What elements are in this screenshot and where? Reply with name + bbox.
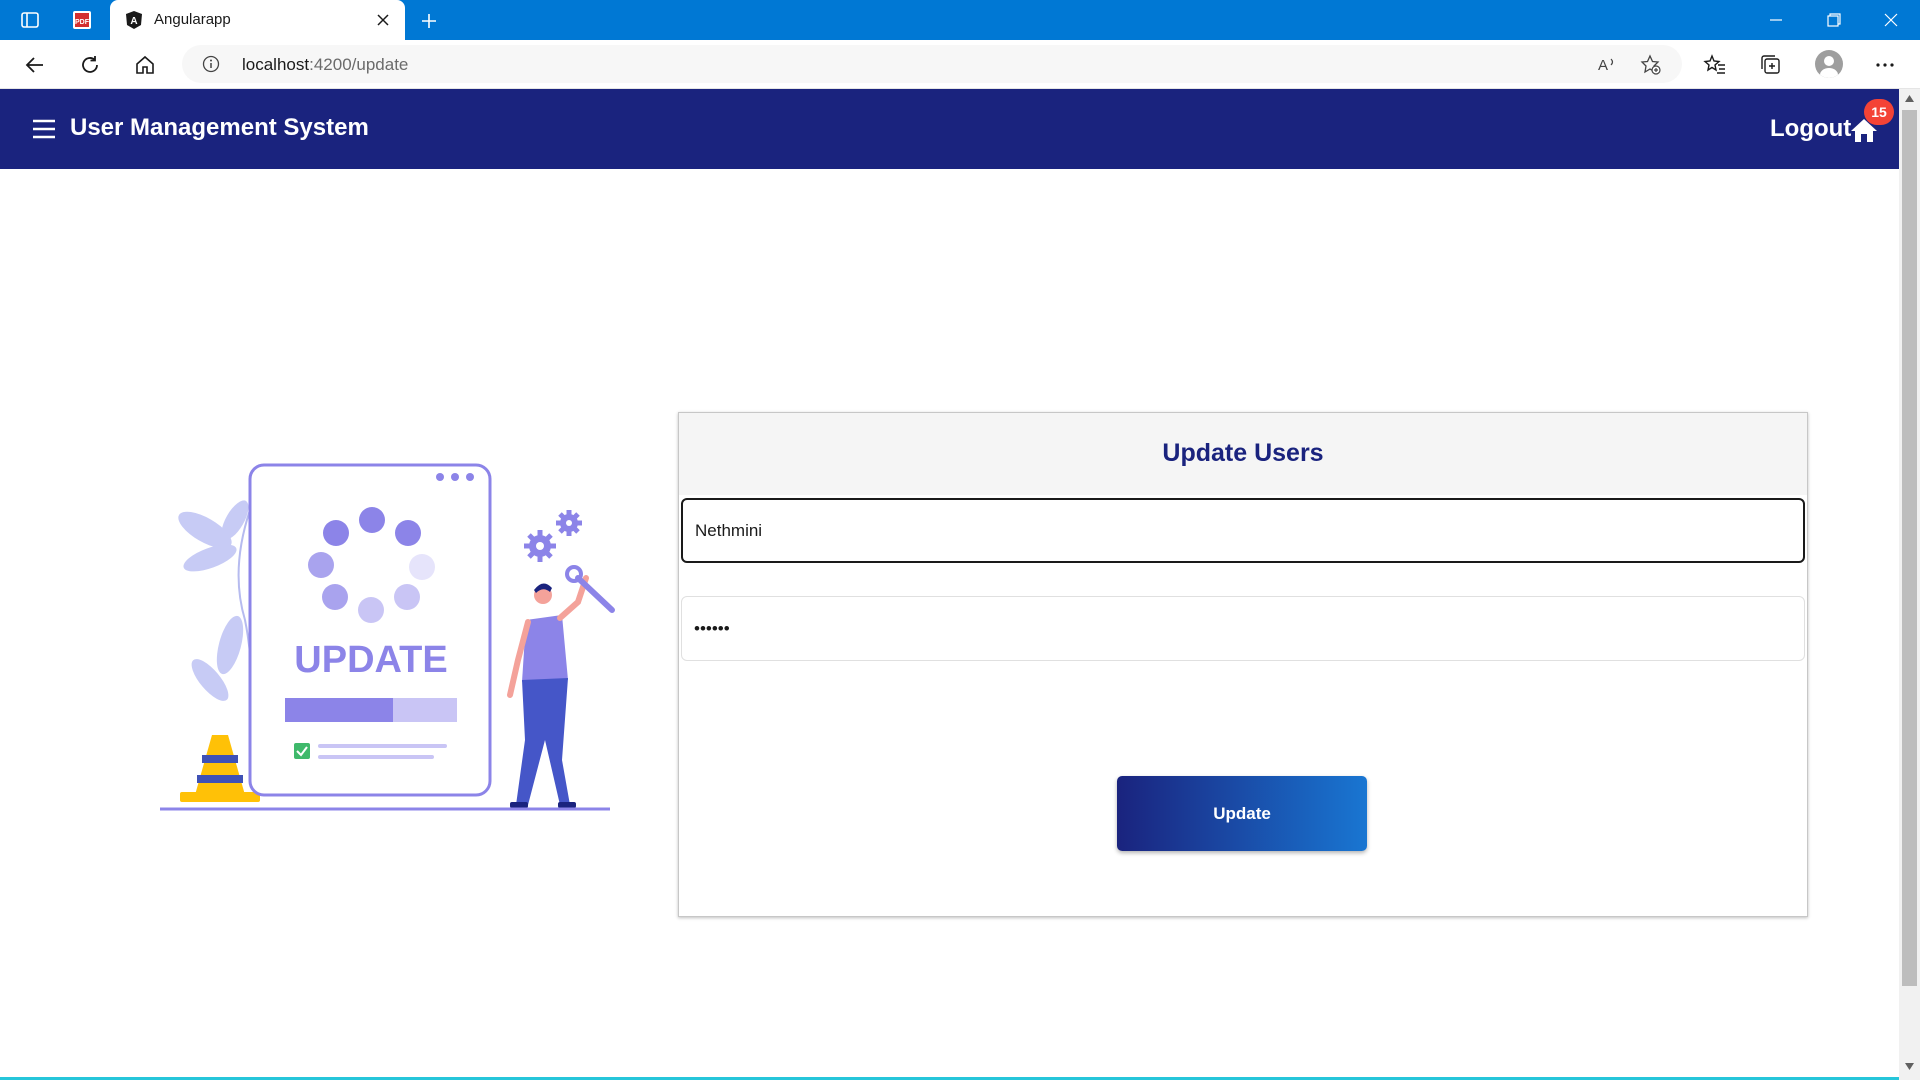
restore-icon[interactable]	[1805, 0, 1863, 40]
pdf-tab-icon[interactable]: PDF	[70, 8, 94, 32]
add-favorite-icon[interactable]	[1640, 54, 1662, 76]
scroll-down-icon[interactable]	[1904, 1061, 1915, 1072]
svg-text:PDF: PDF	[75, 19, 90, 26]
collections-icon[interactable]	[1758, 52, 1784, 78]
more-icon[interactable]	[1872, 52, 1898, 78]
favorites-icon[interactable]	[1702, 52, 1728, 78]
card-title: Update Users	[1162, 439, 1324, 467]
home-nav-icon[interactable]	[130, 50, 160, 80]
logout-link[interactable]: Logout	[1770, 115, 1851, 143]
illustration-label: UPDATE	[294, 639, 447, 681]
menu-icon[interactable]	[31, 116, 57, 142]
info-icon[interactable]	[202, 55, 220, 73]
notification-badge: 15	[1864, 99, 1894, 125]
app-title: User Management System	[70, 114, 369, 141]
read-aloud-icon[interactable]: A	[1596, 54, 1618, 76]
address-bar[interactable]: localhost:4200/update A	[182, 45, 1682, 83]
update-illustration: UPDATE	[160, 463, 615, 811]
tab-close-icon[interactable]	[373, 10, 393, 30]
scrollbar-thumb[interactable]	[1902, 110, 1917, 986]
name-field[interactable]	[681, 498, 1805, 563]
minimize-icon[interactable]	[1747, 0, 1805, 40]
update-button[interactable]: Update	[1117, 776, 1367, 851]
angular-icon: A	[126, 11, 142, 29]
tab-title: Angularapp	[154, 11, 231, 28]
app-toolbar: User Management System Logout 15	[0, 89, 1899, 169]
url-text: localhost:4200/update	[242, 55, 409, 74]
profile-icon[interactable]	[1815, 50, 1843, 78]
password-input[interactable]	[694, 597, 1784, 660]
svg-text:A: A	[1598, 57, 1608, 74]
illustration-progress-fill	[285, 698, 393, 722]
new-tab-plus-icon[interactable]	[416, 8, 442, 34]
sidebar-icon[interactable]	[18, 8, 42, 32]
browser-tab-bar: PDF A Angularapp	[0, 0, 1920, 40]
card-header: Update Users	[679, 413, 1807, 495]
browser-toolbar: localhost:4200/update A	[0, 40, 1920, 89]
back-icon[interactable]	[20, 50, 50, 80]
refresh-icon[interactable]	[75, 50, 105, 80]
name-input[interactable]	[695, 500, 1785, 561]
tab-angularapp[interactable]: A Angularapp	[110, 0, 405, 40]
scroll-up-icon[interactable]	[1904, 93, 1915, 104]
update-users-card: Update Users Update	[678, 412, 1808, 917]
svg-text:A: A	[130, 16, 137, 27]
window-close-icon[interactable]	[1862, 0, 1920, 40]
password-field[interactable]	[681, 596, 1805, 661]
